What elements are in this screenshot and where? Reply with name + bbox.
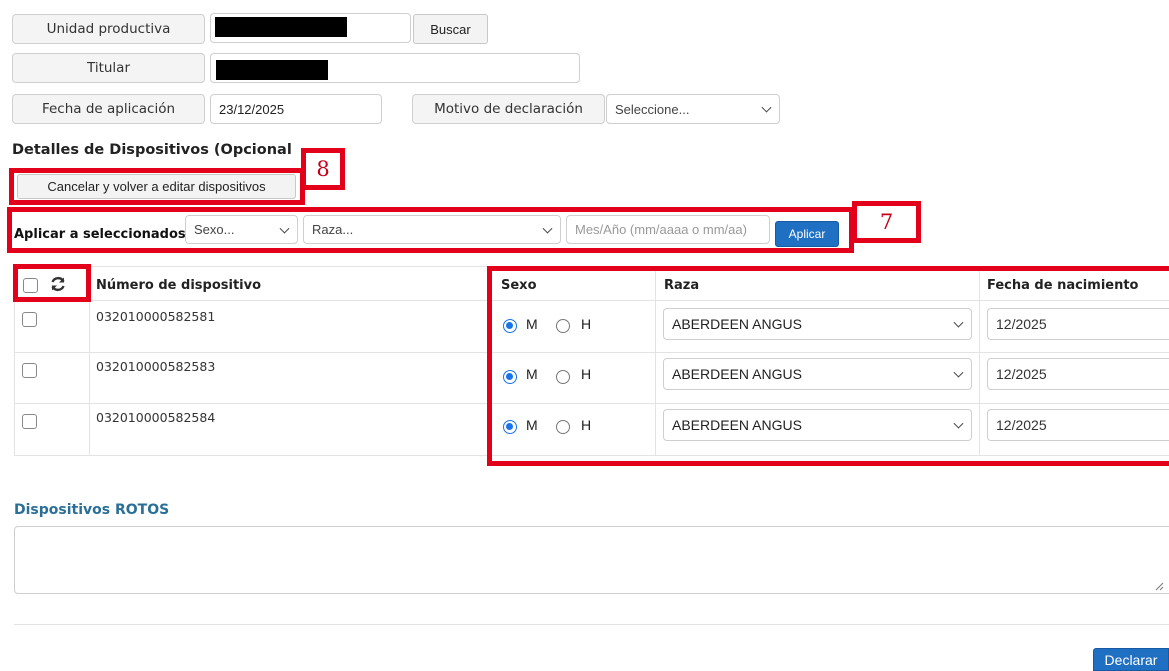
titular-input[interactable] — [210, 53, 580, 83]
redacted-value — [215, 17, 347, 37]
header-numero: Número de dispositivo — [96, 278, 262, 293]
device-number: 032010000582583 — [96, 359, 216, 374]
annotation-label-8: 8 — [301, 148, 345, 190]
annotation-box-checkbox — [13, 264, 91, 302]
motivo-declaracion-select[interactable]: Seleccione... — [606, 94, 780, 124]
unidad-productiva-input[interactable] — [210, 13, 411, 43]
annotation-box-8 — [9, 168, 305, 205]
row-checkbox[interactable] — [22, 363, 37, 378]
titular-label: Titular — [12, 53, 205, 83]
device-number: 032010000582584 — [96, 410, 216, 425]
rotos-textarea[interactable] — [14, 526, 1169, 594]
footer-divider — [14, 624, 1169, 625]
fecha-aplicacion-input[interactable]: 23/12/2025 — [210, 94, 382, 124]
motivo-declaracion-label: Motivo de declaración — [412, 94, 605, 124]
chevron-down-icon — [761, 102, 772, 113]
annotation-box-columns — [487, 266, 1169, 466]
resize-handle-icon[interactable] — [1154, 581, 1164, 591]
rotos-title: Dispositivos ROTOS — [14, 502, 170, 518]
annotation-box-7 — [7, 207, 854, 253]
row-checkbox[interactable] — [22, 414, 37, 429]
device-number: 032010000582581 — [96, 309, 216, 324]
fecha-aplicacion-label: Fecha de aplicación — [12, 94, 205, 124]
buscar-button[interactable]: Buscar — [413, 14, 488, 44]
details-title: Detalles de Dispositivos (Opcional — [12, 142, 292, 158]
declarar-button[interactable]: Declarar — [1093, 648, 1169, 671]
unidad-productiva-label: Unidad productiva — [12, 14, 205, 44]
annotation-label-7: 7 — [852, 201, 921, 243]
motivo-selected-value: Seleccione... — [615, 101, 690, 117]
redacted-value — [216, 60, 328, 80]
row-checkbox[interactable] — [22, 312, 37, 327]
